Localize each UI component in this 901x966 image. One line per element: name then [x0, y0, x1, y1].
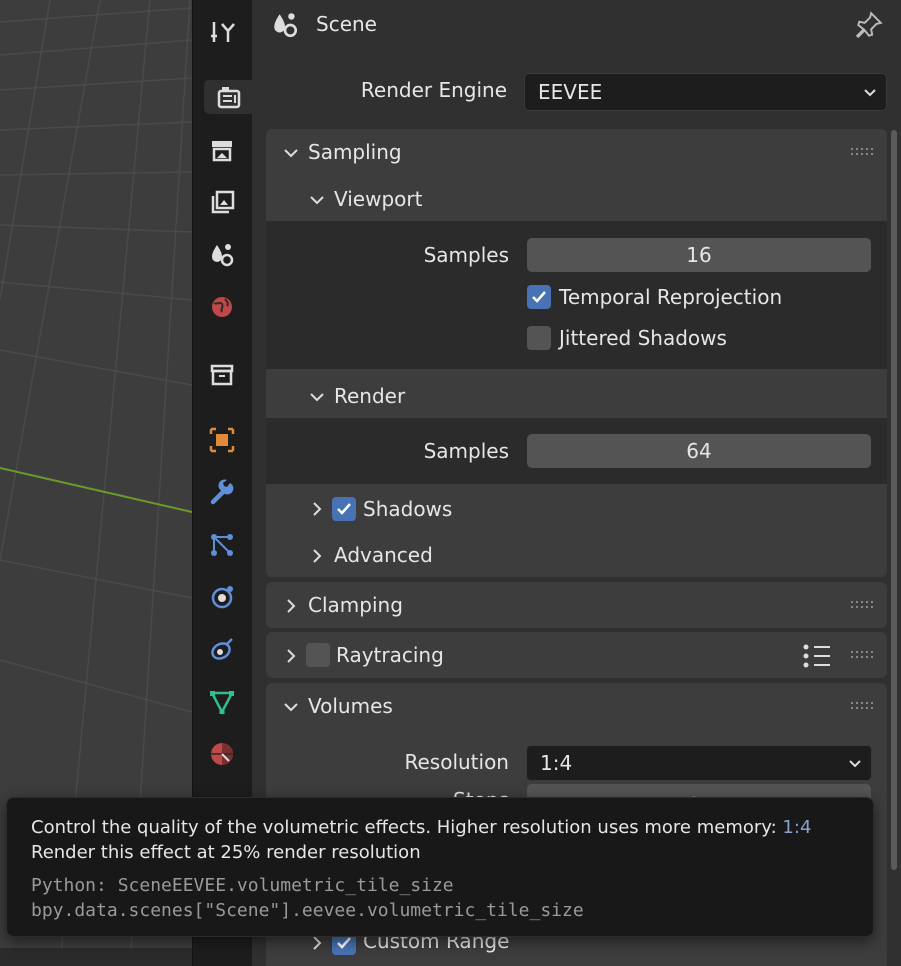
tab-material[interactable]	[205, 737, 239, 771]
resolution-value: 1:4	[540, 751, 573, 775]
raytracing-title: Raytracing	[336, 643, 444, 667]
tooltip-python-data-path: bpy.data.scenes["Scene"].eevee.volumetri…	[31, 900, 584, 921]
chevron-down-icon	[864, 89, 876, 97]
tooltip-description: Control the quality of the volumetric ef…	[31, 817, 777, 838]
tooltip-python-path: Python: SceneEEVEE.volumetric_tile_size	[31, 875, 454, 896]
tab-tool[interactable]	[205, 15, 239, 49]
tab-scene[interactable]	[205, 238, 239, 272]
drag-grip-icon[interactable]	[851, 600, 875, 610]
header-title: Scene	[316, 12, 377, 36]
chevron-down-icon	[310, 196, 324, 205]
checkmark-icon	[337, 503, 351, 515]
chevron-right-icon	[313, 502, 322, 516]
jittered-shadows-checkbox[interactable]	[527, 326, 551, 350]
viewport-samples-label: Samples	[423, 243, 509, 267]
tab-constraints[interactable]	[205, 632, 239, 666]
pin-icon[interactable]	[854, 10, 884, 40]
data-icon	[209, 691, 235, 715]
volumes-panel-header[interactable]: Volumes	[266, 683, 887, 729]
modifier-icon	[210, 479, 234, 505]
temporal-reprojection-checkbox[interactable]	[527, 285, 551, 309]
chevron-right-icon	[313, 549, 322, 563]
scene-icon	[274, 13, 298, 38]
viewport-subpanel-header[interactable]: Viewport	[266, 175, 887, 221]
resolution-dropdown[interactable]: 1:4	[526, 745, 872, 781]
tab-view-layer[interactable]	[205, 185, 239, 219]
tab-output[interactable]	[205, 133, 239, 167]
tooltip-value: 1:4	[782, 817, 812, 838]
jittered-shadows-label: Jittered Shadows	[559, 326, 727, 350]
viewport-footer	[0, 948, 192, 966]
clamping-title: Clamping	[308, 593, 403, 617]
drag-grip-icon[interactable]	[851, 701, 875, 711]
collection-icon	[210, 364, 234, 386]
render-samples-label: Samples	[423, 439, 509, 463]
chevron-down-icon	[284, 703, 298, 712]
temporal-reprojection-label: Temporal Reprojection	[559, 285, 783, 309]
viewport-title: Viewport	[334, 187, 423, 211]
steps-field[interactable]: 64	[527, 784, 871, 798]
chevron-right-icon	[287, 649, 296, 663]
advanced-label: Advanced	[334, 543, 433, 567]
sampling-title: Sampling	[308, 140, 402, 164]
properties-header: Scene	[252, 0, 901, 50]
render-engine-dropdown[interactable]: EEVEE	[524, 73, 887, 111]
chevron-down-icon	[849, 760, 861, 768]
volumes-title: Volumes	[308, 694, 393, 718]
render-samples-field[interactable]: 64	[527, 434, 871, 468]
properties-scrollbar[interactable]	[891, 130, 897, 870]
raytracing-checkbox[interactable]	[306, 643, 330, 667]
render-subpanel-header[interactable]: Render	[266, 372, 887, 418]
sampling-panel-header[interactable]: Sampling	[266, 129, 887, 175]
tab-data[interactable]	[205, 685, 239, 719]
constraints-icon	[211, 638, 233, 660]
tool-icon	[211, 22, 235, 42]
shadows-subpanel-header[interactable]	[266, 486, 887, 532]
tab-modifier[interactable]	[205, 476, 239, 510]
viewport-samples-field[interactable]: 16	[527, 238, 871, 272]
world-icon	[212, 297, 232, 317]
output-icon	[212, 141, 232, 162]
advanced-subpanel-header[interactable]: Advanced	[266, 532, 887, 578]
tab-particles[interactable]	[205, 528, 239, 562]
render-icon	[217, 87, 240, 109]
shadows-label: Shadows	[363, 497, 453, 521]
tooltip-description-line: Control the quality of the volumetric ef…	[31, 817, 811, 838]
clamping-panel[interactable]: Clamping	[266, 582, 887, 628]
chevron-down-icon	[284, 149, 298, 158]
particles-icon	[211, 534, 233, 556]
render-subpanel-title: Render	[334, 384, 406, 408]
view-layer-icon	[211, 190, 235, 214]
drag-grip-icon[interactable]	[851, 147, 875, 157]
shadows-checkbox[interactable]	[332, 497, 356, 521]
resolution-label: Resolution	[404, 750, 509, 774]
object-icon	[209, 427, 235, 453]
presets-list-icon[interactable]	[802, 642, 832, 670]
steps-row-clip: Steps 64	[252, 784, 901, 798]
tooltip-detail: Render this effect at 25% render resolut…	[31, 842, 421, 863]
tab-physics[interactable]	[205, 580, 239, 614]
tab-object[interactable]	[205, 423, 239, 457]
drag-grip-icon[interactable]	[851, 650, 875, 660]
tab-render[interactable]	[204, 80, 253, 114]
physics-icon	[211, 586, 233, 609]
tab-collection[interactable]	[205, 358, 239, 392]
raytracing-panel[interactable]: Raytracing	[266, 632, 887, 678]
render-engine-value: EEVEE	[538, 80, 603, 104]
material-icon	[211, 743, 233, 765]
checkmark-icon	[532, 291, 546, 303]
chevron-right-icon	[287, 599, 296, 613]
scene-icon	[212, 244, 234, 267]
tooltip: Control the quality of the volumetric ef…	[6, 797, 874, 937]
render-engine-label: Render Engine	[360, 78, 507, 102]
tab-world[interactable]	[205, 290, 239, 324]
chevron-down-icon	[310, 393, 324, 402]
